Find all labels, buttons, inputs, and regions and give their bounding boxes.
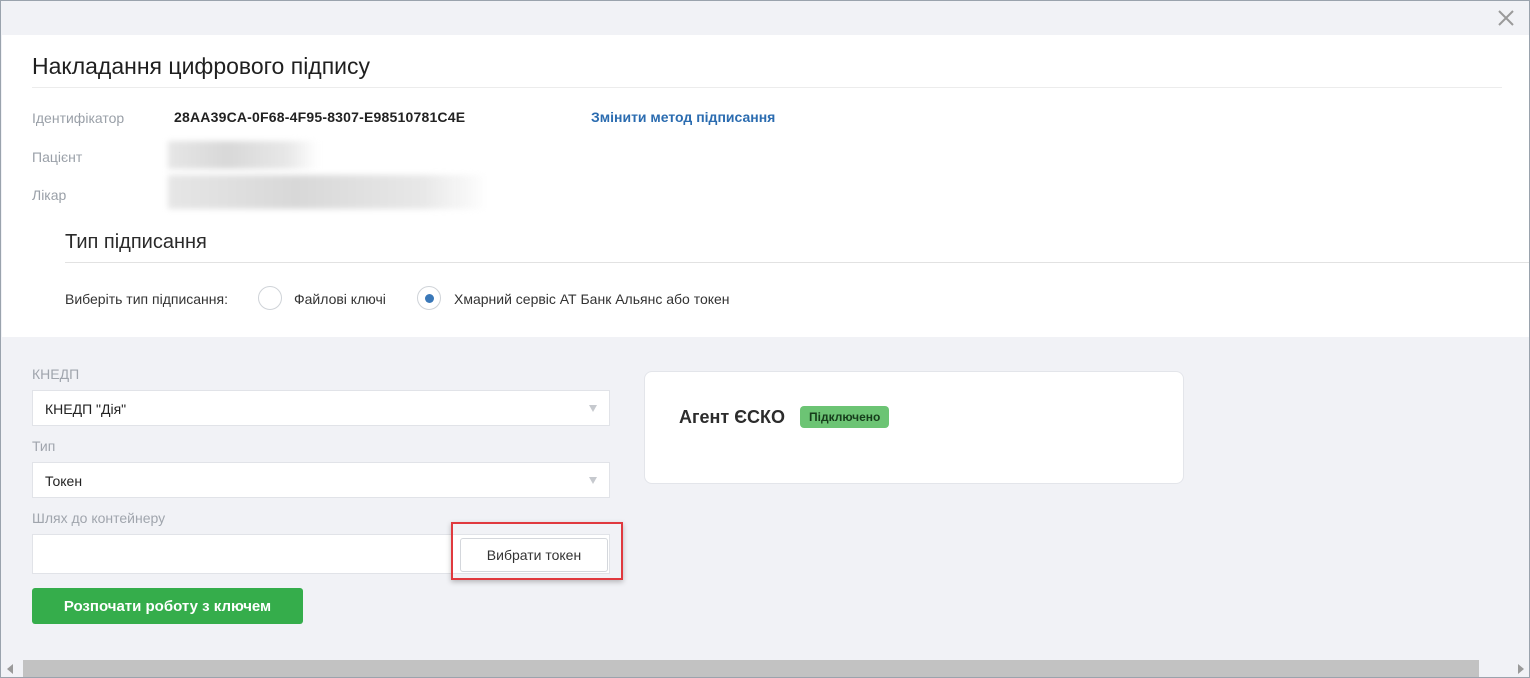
- radio-cloud-token[interactable]: [417, 286, 441, 310]
- identifier-value: 28AA39CA-0F68-4F95-8307-E98510781C4E: [174, 109, 466, 125]
- patient-label: Пацієнт: [32, 149, 83, 165]
- dialog-title: Накладання цифрового підпису: [32, 53, 371, 79]
- doctor-label: Лікар: [32, 187, 67, 203]
- identifier-label: Ідентифікатор: [32, 110, 125, 126]
- radio-file-keys[interactable]: [258, 286, 282, 310]
- title-divider: [32, 87, 1502, 88]
- chevron-down-icon: [589, 405, 597, 412]
- kned-label: КНЕДП: [32, 366, 80, 382]
- agent-card: Агент ЄСКО Підключено: [644, 371, 1184, 484]
- patient-value-redacted: [168, 141, 318, 169]
- signing-type-prompt: Виберіть тип підписання:: [65, 291, 228, 307]
- doctor-value-redacted: [168, 175, 488, 209]
- signing-type-title: Тип підписання: [65, 231, 207, 253]
- dialog-window: Накладання цифрового підпису Ідентифікат…: [0, 0, 1530, 678]
- chevron-down-icon: [589, 477, 597, 484]
- radio-cloud-token-label[interactable]: Хмарний сервіс АТ Банк Альянс або токен: [454, 291, 730, 307]
- container-path-label: Шлях до контейнеру: [32, 510, 166, 526]
- scroll-right-icon[interactable]: [1518, 664, 1524, 674]
- type-label: Тип: [32, 438, 56, 454]
- choose-token-button[interactable]: Вибрати токен: [460, 538, 608, 572]
- dialog-topbar: [2, 2, 1529, 35]
- radio-file-keys-label[interactable]: Файлові ключі: [294, 291, 386, 307]
- signature-info-panel: Накладання цифрового підпису Ідентифікат…: [2, 35, 1529, 337]
- close-icon[interactable]: [1496, 8, 1516, 28]
- change-signing-method-link[interactable]: Змінити метод підписання: [591, 109, 775, 125]
- agent-name: Агент ЄСКО: [679, 407, 785, 427]
- section-divider: [65, 262, 1529, 263]
- start-key-button[interactable]: Розпочати роботу з ключем: [32, 588, 303, 624]
- type-select-value: Токен: [45, 473, 83, 489]
- type-select[interactable]: Токен: [32, 462, 610, 498]
- kned-select-value: КНЕДП "Дія": [45, 401, 127, 417]
- horizontal-scrollbar[interactable]: [2, 660, 1529, 677]
- status-badge: Підключено: [800, 406, 890, 428]
- kned-select[interactable]: КНЕДП "Дія": [32, 390, 610, 426]
- scrollbar-thumb[interactable]: [23, 660, 1479, 677]
- scroll-left-icon[interactable]: [7, 664, 13, 674]
